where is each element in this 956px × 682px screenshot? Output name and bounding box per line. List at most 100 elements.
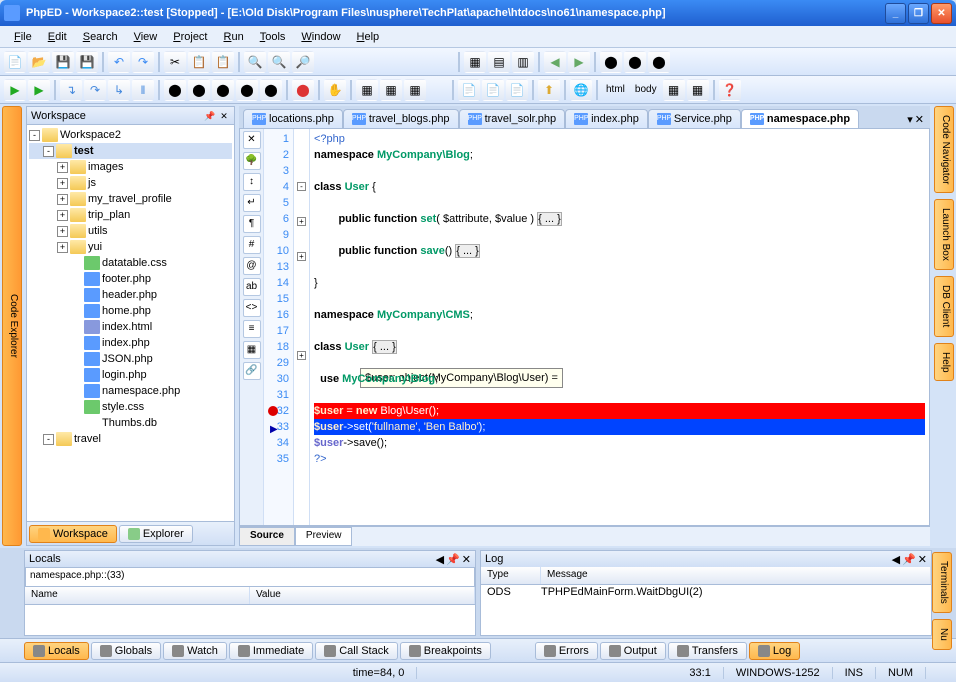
- tree-item[interactable]: footer.php: [29, 271, 232, 287]
- code-line[interactable]: [314, 259, 925, 275]
- g-list-icon[interactable]: ≡: [243, 320, 261, 338]
- fold-column[interactable]: -+++: [294, 129, 310, 525]
- publish-icon[interactable]: ⬆: [538, 79, 560, 101]
- preview-tab[interactable]: Preview: [295, 527, 353, 546]
- col-value[interactable]: Value: [250, 587, 475, 604]
- tree-item[interactable]: +trip_plan: [29, 207, 232, 223]
- tree-item[interactable]: -test: [29, 143, 232, 159]
- dbg-d-icon[interactable]: ⬤: [236, 79, 258, 101]
- save-all-icon[interactable]: 💾: [76, 51, 98, 73]
- log-pin-icon[interactable]: 📌: [902, 553, 916, 566]
- tree-item[interactable]: datatable.css: [29, 255, 232, 271]
- t2-a-icon[interactable]: ▦: [356, 79, 378, 101]
- breadcrumb-body[interactable]: body: [631, 84, 661, 95]
- panel-close-icon[interactable]: ✕: [218, 110, 230, 122]
- locals-input[interactable]: namespace.php::(33): [25, 567, 475, 587]
- file-tab[interactable]: PHPService.php: [648, 109, 741, 128]
- t2-b-icon[interactable]: ▦: [380, 79, 402, 101]
- minimize-button[interactable]: _: [885, 3, 906, 24]
- expand-icon[interactable]: -: [29, 130, 40, 141]
- dbg-b-icon[interactable]: ⬤: [188, 79, 210, 101]
- breadcrumb-html[interactable]: html: [602, 84, 629, 95]
- close-button[interactable]: ✕: [931, 3, 952, 24]
- fold-icon[interactable]: -: [297, 182, 306, 191]
- code-line[interactable]: class User {: [314, 179, 925, 195]
- g-tag-icon[interactable]: <>: [243, 299, 261, 317]
- br-b-icon[interactable]: 📄: [482, 79, 504, 101]
- layout-icon[interactable]: ▦: [464, 51, 486, 73]
- br-c-icon[interactable]: 📄: [506, 79, 528, 101]
- step-over-icon[interactable]: ↷: [84, 79, 106, 101]
- undo-icon[interactable]: ↶: [108, 51, 130, 73]
- br-a-icon[interactable]: 📄: [458, 79, 480, 101]
- expand-icon[interactable]: -: [43, 146, 54, 157]
- g-arrow-icon[interactable]: ↕: [243, 173, 261, 191]
- cut-icon[interactable]: ✂: [164, 51, 186, 73]
- run2-icon[interactable]: ▶: [28, 79, 50, 101]
- expand-icon[interactable]: -: [43, 434, 54, 445]
- tree-item[interactable]: +my_travel_profile: [29, 191, 232, 207]
- expand-icon[interactable]: +: [57, 242, 68, 253]
- code-line[interactable]: public function save() { ... }: [314, 243, 925, 259]
- col-name[interactable]: Name: [25, 587, 250, 604]
- tool-c-icon[interactable]: ⬤: [648, 51, 670, 73]
- log-close-icon[interactable]: ✕: [918, 553, 927, 566]
- code-line[interactable]: ?>: [314, 451, 925, 467]
- nu-tab[interactable]: Nu: [932, 619, 952, 650]
- hand-icon[interactable]: ✋: [324, 79, 346, 101]
- fold-icon[interactable]: +: [297, 252, 306, 261]
- tree-item[interactable]: +js: [29, 175, 232, 191]
- source-tab[interactable]: Source: [239, 527, 295, 546]
- code-body[interactable]: $user: object(MyCompany\Blog\User) = <?p…: [310, 129, 929, 525]
- nav-back-icon[interactable]: ◀: [544, 51, 566, 73]
- db-client-tab[interactable]: DB Client: [934, 276, 954, 336]
- debug-tab-globals[interactable]: Globals: [91, 642, 161, 660]
- file-tab[interactable]: PHPlocations.php: [243, 109, 343, 128]
- tree-item[interactable]: index.html: [29, 319, 232, 335]
- tree-item[interactable]: +utils: [29, 223, 232, 239]
- debug-tab-locals[interactable]: Locals: [24, 642, 89, 660]
- tab-explorer[interactable]: Explorer: [119, 525, 193, 543]
- expand-icon[interactable]: +: [57, 178, 68, 189]
- terminals-tab[interactable]: Terminals: [932, 552, 952, 613]
- code-line[interactable]: $user->save();: [314, 435, 925, 451]
- code-line[interactable]: }: [314, 275, 925, 291]
- open-icon[interactable]: 📂: [28, 51, 50, 73]
- menu-file[interactable]: File: [6, 29, 40, 45]
- g-link-icon[interactable]: 🔗: [243, 362, 261, 380]
- bc-b-icon[interactable]: ▦: [687, 79, 709, 101]
- tool-a-icon[interactable]: ⬤: [600, 51, 622, 73]
- step-into-icon[interactable]: ↴: [60, 79, 82, 101]
- save-icon[interactable]: 💾: [52, 51, 74, 73]
- layout3-icon[interactable]: ▥: [512, 51, 534, 73]
- debug-tab-output[interactable]: Output: [600, 642, 666, 660]
- g-db-icon[interactable]: ▦: [243, 341, 261, 359]
- tab-workspace[interactable]: Workspace: [29, 525, 117, 543]
- find-files-icon[interactable]: 🔍: [268, 51, 290, 73]
- code-line[interactable]: [314, 163, 925, 179]
- fold-icon[interactable]: +: [297, 351, 306, 360]
- code-line[interactable]: [314, 291, 925, 307]
- debug-tab-log[interactable]: Log: [749, 642, 800, 660]
- menu-window[interactable]: Window: [293, 29, 348, 45]
- col-message[interactable]: Message: [541, 567, 931, 584]
- tree-item[interactable]: style.css: [29, 399, 232, 415]
- tab-dropdown-icon[interactable]: ▾: [907, 113, 913, 126]
- file-tab[interactable]: PHPnamespace.php: [741, 109, 859, 128]
- file-tab[interactable]: PHPtravel_solr.php: [459, 109, 566, 128]
- step-out-icon[interactable]: ↳: [108, 79, 130, 101]
- menu-edit[interactable]: Edit: [40, 29, 75, 45]
- locals-close-icon[interactable]: ✕: [462, 553, 471, 566]
- debug-tab-breakpoints[interactable]: Breakpoints: [400, 642, 491, 660]
- menu-help[interactable]: Help: [349, 29, 388, 45]
- menu-project[interactable]: Project: [165, 29, 215, 45]
- code-line[interactable]: class User { ... }: [314, 339, 925, 355]
- help-icon[interactable]: ❓: [719, 79, 741, 101]
- locals-left-icon[interactable]: ◀: [436, 553, 444, 566]
- tree-item[interactable]: login.php: [29, 367, 232, 383]
- debug-tab-errors[interactable]: Errors: [535, 642, 598, 660]
- g-pilcrow-icon[interactable]: @: [243, 257, 261, 275]
- dbg-c-icon[interactable]: ⬤: [212, 79, 234, 101]
- tree-item[interactable]: header.php: [29, 287, 232, 303]
- g-para-icon[interactable]: ¶: [243, 215, 261, 233]
